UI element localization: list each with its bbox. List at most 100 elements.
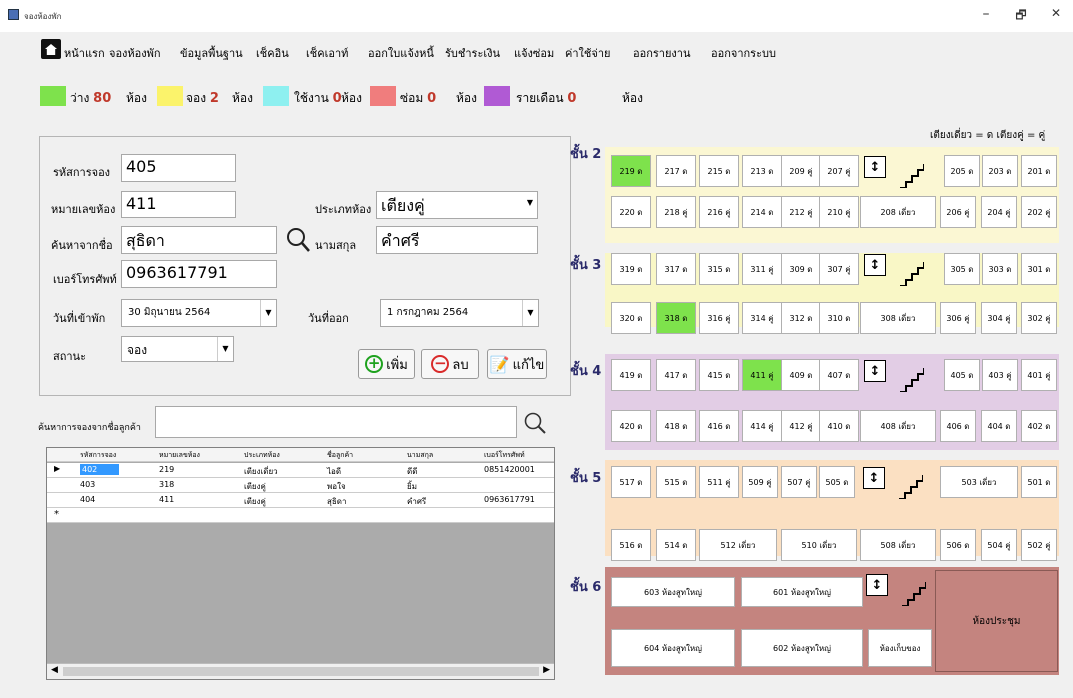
menu-logout[interactable]: ออกจากระบบ (711, 44, 776, 62)
room-button[interactable]: 512 เดี่ยว (699, 529, 777, 561)
menu-checkout[interactable]: เช็คเอาท์ (306, 44, 348, 62)
room-button[interactable]: 210 คู่ (819, 196, 859, 228)
room-button[interactable]: 307 คู่ (819, 253, 859, 285)
room-type-select[interactable]: เตียงคู่ ▼ (376, 191, 538, 219)
minimize-button[interactable]: – (976, 6, 996, 22)
table-new-row[interactable]: * (47, 508, 554, 523)
room-button[interactable]: 311 คู่ (742, 253, 782, 285)
meeting-room-button[interactable]: ห้องประชุม (935, 570, 1058, 672)
room-button[interactable]: 218 คู่ (656, 196, 696, 228)
close-button[interactable]: ✕ (1046, 6, 1066, 20)
room-button[interactable]: 507 คู่ (781, 466, 817, 498)
room-button[interactable]: 209 คู่ (781, 155, 821, 187)
checkout-date-picker[interactable]: 1 กรกฎาคม 2564 ▼ (380, 299, 539, 327)
menu-repair[interactable]: แจ้งซ่อม (514, 44, 554, 62)
status-select[interactable]: จอง ▼ (121, 336, 234, 362)
phone-field[interactable]: 0963617791 (121, 260, 277, 288)
room-button[interactable]: 517 ด (611, 466, 651, 498)
room-button[interactable]: 308 เดี่ยว (860, 302, 936, 334)
room-button[interactable]: 509 คู่ (742, 466, 778, 498)
add-button[interactable]: + เพิ่ม (358, 349, 415, 379)
room-button[interactable]: 418 ด (656, 410, 696, 442)
room-button[interactable]: 506 ด (940, 529, 976, 561)
room-button[interactable]: 301 ด (1021, 253, 1057, 285)
room-button[interactable]: 306 คู่ (940, 302, 976, 334)
room-button[interactable]: 319 ด (611, 253, 651, 285)
room-button[interactable]: 504 คู่ (981, 529, 1017, 561)
delete-button[interactable]: − ลบ (421, 349, 479, 379)
room-button[interactable]: 511 คู่ (699, 466, 739, 498)
room-button[interactable]: 302 คู่ (1021, 302, 1057, 334)
room-button[interactable]: 503 เดี่ยว (940, 466, 1018, 498)
table-cell[interactable]: ยิ้ม (407, 480, 417, 493)
room-button[interactable]: 215 ด (699, 155, 739, 187)
room-button[interactable]: 217 ด (656, 155, 696, 187)
room-button[interactable]: 303 ด (982, 253, 1018, 285)
table-cell[interactable]: สุธิดา (327, 495, 346, 508)
table-cell[interactable]: เตียงคู่ (244, 480, 266, 493)
search-icon[interactable] (284, 226, 312, 256)
col-header[interactable]: นามสกุล (407, 450, 433, 461)
room-button[interactable]: 204 คู่ (981, 196, 1017, 228)
menu-payment[interactable]: รับชำระเงิน (445, 44, 500, 62)
room-button[interactable]: 318 ด (656, 302, 696, 334)
room-button[interactable]: 510 เดี่ยว (781, 529, 857, 561)
room-button[interactable]: 602 ห้องสูทใหญ่ (741, 629, 863, 667)
table-cell[interactable]: 0851420001 (484, 465, 535, 474)
edit-button[interactable]: 📝 แก้ไข (487, 349, 547, 379)
room-button[interactable]: 409 ด (781, 359, 821, 391)
menu-basic-data[interactable]: ข้อมูลพื้นฐาน (180, 44, 243, 62)
menu-report[interactable]: ออกรายงาน (633, 44, 690, 62)
col-header[interactable]: หมายเลขห้อง (159, 450, 200, 461)
room-button[interactable]: 501 ด (1021, 466, 1057, 498)
room-button[interactable]: 201 ด (1021, 155, 1057, 187)
room-button[interactable]: 604 ห้องสูทใหญ่ (611, 629, 735, 667)
room-button[interactable]: 407 ด (819, 359, 859, 391)
col-header[interactable]: เบอร์โทรศัพท์ (484, 450, 525, 461)
scroll-right-icon[interactable]: ▶ (543, 665, 550, 675)
table-cell[interactable]: พอใจ (327, 480, 346, 493)
room-button[interactable]: 314 คู่ (742, 302, 782, 334)
room-button[interactable]: 412 คู่ (781, 410, 821, 442)
room-button[interactable]: 514 ด (656, 529, 696, 561)
room-button[interactable]: 411 คู่ (742, 359, 782, 391)
menu-checkin[interactable]: เช็คอิน (256, 44, 289, 62)
room-button[interactable]: 202 คู่ (1021, 196, 1057, 228)
table-cell[interactable]: 318 (159, 480, 174, 489)
horizontal-scrollbar[interactable]: ◀ ▶ (47, 663, 554, 679)
room-button[interactable]: 315 ด (699, 253, 739, 285)
room-button[interactable]: 415 ด (699, 359, 739, 391)
room-button[interactable]: 406 ด (940, 410, 976, 442)
room-button[interactable]: 405 ด (944, 359, 980, 391)
room-button[interactable]: 208 เดี่ยว (860, 196, 936, 228)
room-no-field[interactable]: 411 (121, 191, 236, 218)
table-row[interactable]: 404 411 เตียงคู่ สุธิดา คำศรี 0963617791 (47, 493, 554, 508)
room-button[interactable]: 207 คู่ (819, 155, 859, 187)
col-header[interactable]: รหัสการจอง (80, 450, 116, 461)
room-button[interactable]: 310 ด (819, 302, 859, 334)
scroll-thumb[interactable] (63, 667, 539, 676)
table-cell[interactable]: 0963617791 (484, 495, 535, 504)
room-button[interactable]: 502 คู่ (1021, 529, 1057, 561)
room-button[interactable]: 220 ด (611, 196, 651, 228)
scroll-left-icon[interactable]: ◀ (51, 665, 58, 675)
room-button[interactable]: 316 คู่ (699, 302, 739, 334)
room-button[interactable]: 402 ด (1021, 410, 1057, 442)
room-button[interactable]: 417 ด (656, 359, 696, 391)
checkin-date-picker[interactable]: 30 มิถุนายน 2564 ▼ (121, 299, 277, 327)
surname-field[interactable]: คำศรี (376, 226, 538, 254)
table-cell[interactable]: 402 (80, 464, 120, 475)
room-button[interactable]: 216 คู่ (699, 196, 739, 228)
menu-invoice[interactable]: ออกใบแจ้งหนี้ (368, 44, 434, 62)
table-cell[interactable]: ดีดี (407, 465, 417, 478)
room-button[interactable]: 320 ด (611, 302, 651, 334)
room-button[interactable]: 213 ด (742, 155, 782, 187)
room-button[interactable]: 212 คู่ (781, 196, 821, 228)
menu-expense[interactable]: ค่าใช้จ่าย (565, 44, 610, 62)
room-button[interactable]: 601 ห้องสูทใหญ่ (741, 577, 863, 607)
room-button[interactable]: 515 ด (656, 466, 696, 498)
table-cell[interactable]: คำศรี (407, 495, 426, 508)
room-button[interactable]: 414 คู่ (742, 410, 782, 442)
booking-table[interactable]: รหัสการจอง หมายเลขห้อง ประเภทห้อง ชื่อลู… (46, 447, 555, 680)
col-header[interactable]: ประเภทห้อง (244, 450, 280, 461)
